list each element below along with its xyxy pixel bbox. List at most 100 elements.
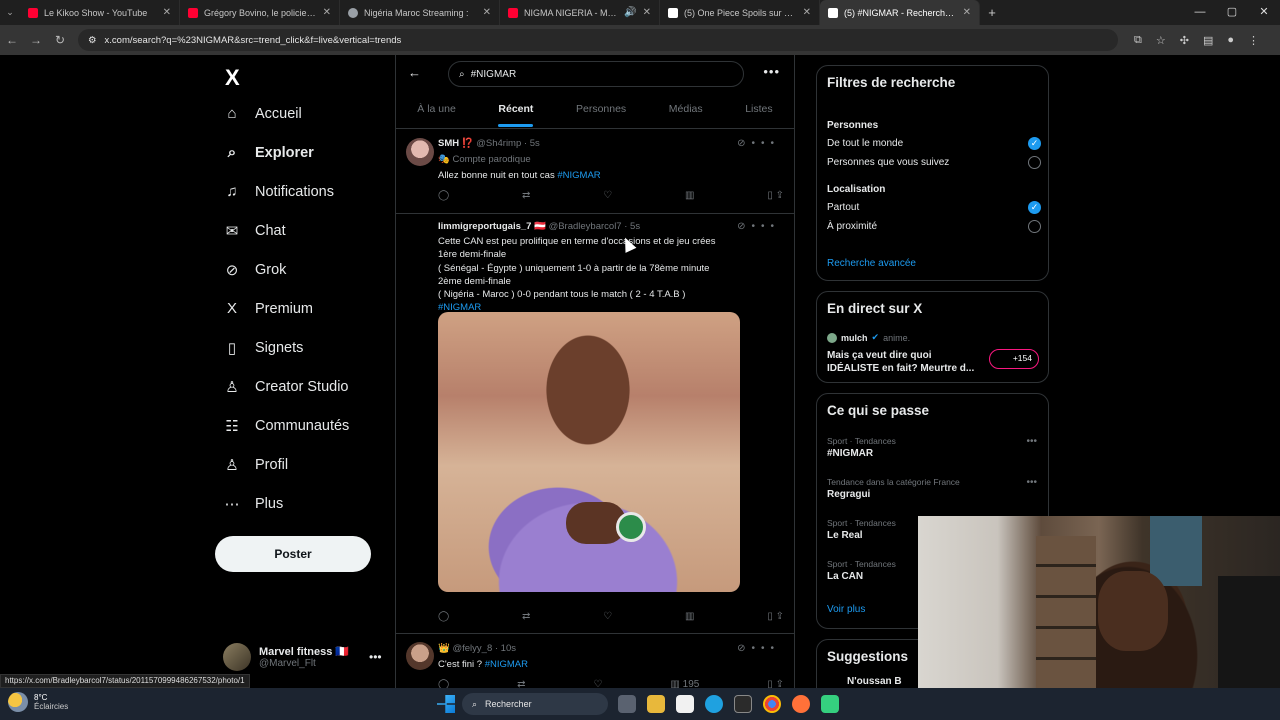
filter-nearby[interactable]: À proximité (827, 220, 1041, 233)
bookmark-icon[interactable]: ▯ ⇪ (767, 190, 784, 201)
account-switcher[interactable]: Marvel fitness 🇫🇷 @Marvel_Flt (223, 643, 349, 671)
speaker-icon[interactable]: 🔊 (624, 7, 636, 18)
sidebar-icon[interactable]: ▤ (1203, 34, 1213, 47)
like-icon[interactable]: ♡ (603, 611, 612, 622)
grok-icon[interactable]: ⊘ (737, 138, 751, 149)
live-count-badge[interactable]: +154 (989, 349, 1039, 369)
search-input[interactable] (470, 68, 711, 80)
more-icon[interactable]: ••• (751, 221, 780, 232)
tab-listes[interactable]: Listes (745, 93, 772, 129)
tweet[interactable]: 👑 @felyy_8 · 10s ⊘••• C'est fini ? #NIGM… (396, 634, 794, 688)
trend-item[interactable]: Sport · Tendances #NIGMAR ••• (827, 436, 1041, 459)
sidebar-item-accueil[interactable]: ⌂ Accueil (223, 105, 301, 122)
sidebar-item-signets[interactable]: ▯ Signets (223, 339, 304, 357)
advanced-search-link[interactable]: Recherche avancée (827, 258, 916, 269)
sidebar-item-creator-studio[interactable]: ♙ Creator Studio (223, 378, 348, 396)
profile-icon[interactable]: ● (1227, 34, 1234, 47)
firefox-icon[interactable] (792, 695, 810, 713)
sidebar-item-grok[interactable]: ⊘ Grok (223, 261, 287, 279)
like-icon[interactable]: ♡ (594, 679, 603, 688)
tweet-handle[interactable]: @Bradleybarcol7 · 5s (549, 221, 641, 232)
tweet-photo[interactable] (438, 312, 740, 592)
reload-icon[interactable]: ↻ (48, 33, 72, 47)
back-arrow-icon[interactable]: ← (408, 65, 421, 80)
browser-tab[interactable]: (5) One Piece Spoils sur X : "#O✕ (660, 0, 820, 25)
sidebar-item-notifications[interactable]: ♫ Notifications (223, 183, 334, 200)
close-window-icon[interactable]: ✕ (1248, 0, 1280, 25)
tab-personnes[interactable]: Personnes (576, 93, 626, 129)
forward-icon[interactable]: → (24, 33, 48, 47)
browser-tab[interactable]: Nigéria Maroc Streaming : ✕ (340, 0, 500, 25)
reply-icon[interactable]: ◯ (438, 611, 449, 622)
tab-medias[interactable]: Médias (669, 93, 703, 129)
views-icon[interactable]: ▥ 195 (670, 679, 699, 688)
extensions-icon[interactable]: ✣ (1180, 34, 1189, 47)
sidebar-item-explorer[interactable]: ⌕ Explorer (223, 144, 314, 161)
edge-icon[interactable] (705, 695, 723, 713)
install-icon[interactable]: ⧉ (1134, 34, 1142, 47)
avatar[interactable] (406, 222, 434, 250)
live-host[interactable]: mulch ✔ anime. (827, 332, 910, 343)
more-icon[interactable]: ••• (763, 64, 780, 79)
star-icon[interactable]: ☆ (1156, 34, 1166, 47)
weather-widget[interactable]: 8°C Éclaircies (8, 692, 68, 712)
tweet[interactable]: SMH ⁉️ @Sh4rimp · 5s ⊘••• 🎭 Compte parod… (396, 130, 794, 214)
app-icon[interactable] (821, 695, 839, 713)
check-radio-icon[interactable]: ✓ (1028, 137, 1041, 150)
tab-a-la-une[interactable]: À la une (417, 93, 456, 129)
browser-tab[interactable]: NIGMA NIGERIA - MAROC🔊✕ (500, 0, 660, 25)
avatar[interactable] (406, 138, 434, 166)
grok-icon[interactable]: ⊘ (737, 221, 751, 232)
views-icon[interactable]: ▥ (685, 611, 694, 622)
views-icon[interactable]: ▥ (685, 190, 694, 201)
tweet-author[interactable]: Iimmigreportugais_7 (438, 221, 531, 232)
sidebar-item-communautes[interactable]: ☷ Communautés (223, 417, 349, 435)
bookmark-icon[interactable]: ▯ ⇪ (767, 679, 784, 688)
close-icon[interactable]: ✕ (163, 7, 171, 18)
filter-following[interactable]: Personnes que vous suivez (827, 156, 1041, 169)
tweet-handle[interactable]: @felyy_8 · 10s (452, 643, 516, 654)
avatar[interactable] (406, 642, 434, 670)
live-text[interactable]: Mais ça veut dire quoi IDÉALISTE en fait… (827, 349, 977, 375)
back-icon[interactable]: ← (0, 33, 24, 47)
see-more-link[interactable]: Voir plus (827, 604, 865, 615)
more-icon[interactable]: ••• (751, 138, 780, 149)
more-icon[interactable]: ••• (751, 643, 780, 654)
tweet-author[interactable]: SMH ⁉️ (438, 138, 474, 149)
reply-icon[interactable]: ◯ (438, 679, 449, 688)
chrome-icon[interactable] (763, 695, 781, 713)
close-icon[interactable]: ✕ (643, 7, 651, 18)
radio-icon[interactable] (1028, 220, 1041, 233)
sidebar-item-chat[interactable]: ✉ Chat (223, 222, 286, 240)
menu-icon[interactable]: ⋮ (1248, 34, 1259, 47)
store-icon[interactable] (734, 695, 752, 713)
grok-icon[interactable]: ⊘ (737, 643, 751, 654)
site-info-icon[interactable]: ⚙ (88, 35, 97, 46)
filter-anywhere[interactable]: Partout ✓ (827, 201, 1041, 214)
close-icon[interactable]: ✕ (323, 7, 331, 18)
check-radio-icon[interactable]: ✓ (1028, 201, 1041, 214)
tweet-handle[interactable]: @Sh4rimp · 5s (476, 138, 540, 149)
tab-recent[interactable]: Récent (498, 93, 534, 129)
taskbar-search[interactable]: ⌕ Rechercher (462, 693, 608, 715)
tab-search-icon[interactable]: ⌄ (0, 7, 20, 18)
minimize-icon[interactable]: — (1184, 0, 1216, 25)
retweet-icon[interactable]: ⇄ (522, 190, 530, 201)
x-logo-icon[interactable]: X (225, 65, 240, 91)
new-tab-icon[interactable]: + (980, 5, 1004, 20)
url-field[interactable]: ⚙ x.com/search?q=%23NIGMAR&src=trend_cli… (78, 29, 1118, 51)
more-icon[interactable]: ••• (1026, 436, 1037, 447)
bookmark-icon[interactable]: ▯ ⇪ (767, 611, 784, 622)
notepad-icon[interactable] (676, 695, 694, 713)
suggestion-name[interactable]: N'oussan B (847, 676, 902, 687)
more-icon[interactable]: ••• (1026, 477, 1037, 488)
radio-icon[interactable] (1028, 156, 1041, 169)
like-icon[interactable]: ♡ (603, 190, 612, 201)
more-icon[interactable]: ••• (369, 650, 382, 664)
browser-tab[interactable]: Grégory Bovino, le policier qui ✕ (180, 0, 340, 25)
reply-icon[interactable]: ◯ (438, 190, 449, 201)
close-icon[interactable]: ✕ (803, 7, 811, 18)
filter-everyone[interactable]: De tout le monde ✓ (827, 137, 1041, 150)
sidebar-item-profil[interactable]: ♙ Profil (223, 456, 288, 474)
retweet-icon[interactable]: ⇄ (522, 611, 530, 622)
